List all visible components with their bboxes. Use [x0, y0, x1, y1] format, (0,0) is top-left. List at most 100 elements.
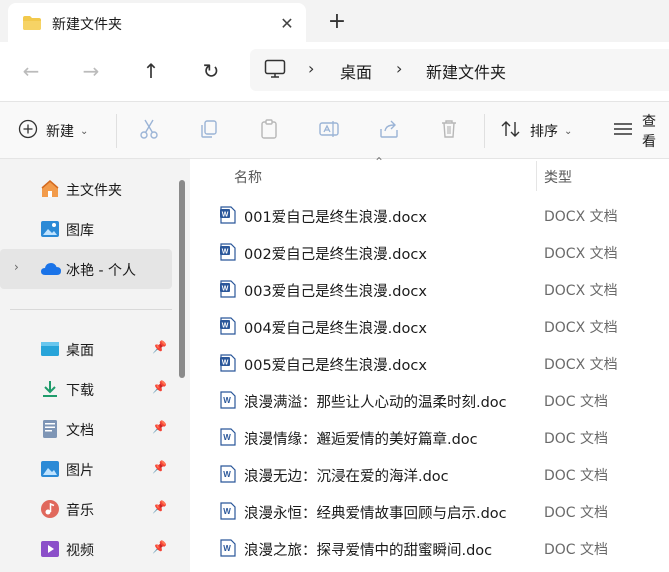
copy-button[interactable] — [198, 102, 220, 160]
sidebar-item-home[interactable]: 主文件夹 — [0, 169, 172, 209]
view-button[interactable]: 查看 — [612, 102, 669, 160]
onedrive-icon — [40, 259, 61, 279]
file-row[interactable]: W 浪漫情缘：邂逅爱情的美好篇章.doc DOC 文档 — [190, 419, 669, 456]
back-button[interactable]: ← — [16, 56, 46, 86]
forward-arrow-icon: → — [82, 59, 100, 83]
refresh-button[interactable]: ↻ — [196, 56, 226, 86]
new-button[interactable]: 新建 ⌄ — [18, 102, 88, 160]
desktop-icon — [40, 339, 60, 359]
file-row[interactable]: W 002爱自己是终生浪漫.docx DOCX 文档 — [190, 234, 669, 271]
rename-button[interactable] — [318, 102, 340, 160]
sidebar-item-downloads[interactable]: 下载 📌 — [0, 369, 172, 409]
sidebar-item-label: 图库 — [66, 223, 94, 239]
word-docx-icon: W — [220, 317, 236, 339]
word-doc-icon: W — [220, 539, 236, 561]
file-row[interactable]: W 浪漫无边：沉浸在爱的海洋.doc DOC 文档 — [190, 456, 669, 493]
cut-button[interactable] — [138, 102, 160, 160]
svg-text:W: W — [222, 286, 229, 293]
file-name: 001爱自己是终生浪漫.docx — [244, 210, 427, 226]
sidebar-item-music[interactable]: 音乐 📌 — [0, 489, 172, 529]
tab-new-folder[interactable]: 新建文件夹 ✕ — [8, 3, 306, 42]
pin-icon[interactable]: 📌 — [152, 420, 167, 434]
file-name: 003爱自己是终生浪漫.docx — [244, 284, 427, 300]
back-arrow-icon: ← — [22, 59, 40, 83]
new-tab-button[interactable]: + — [322, 6, 352, 36]
pin-icon[interactable]: 📌 — [152, 460, 167, 474]
new-button-label: 新建 — [46, 124, 74, 140]
sidebar-item-onedrive[interactable]: › 冰艳 - 个人 — [0, 249, 172, 289]
file-row[interactable]: W 浪漫满溢：那些让人心动的温柔时刻.doc DOC 文档 — [190, 382, 669, 419]
sidebar-item-pictures[interactable]: 图片 📌 — [0, 449, 172, 489]
sidebar-item-videos[interactable]: 视频 📌 — [0, 529, 172, 569]
file-type: DOCX 文档 — [544, 209, 618, 225]
sidebar-item-label: 图片 — [66, 463, 94, 479]
chevron-right-icon[interactable]: › — [14, 260, 19, 274]
word-docx-icon: W — [220, 206, 236, 228]
file-type: DOCX 文档 — [544, 357, 618, 373]
svg-text:W: W — [222, 360, 229, 367]
file-row[interactable]: W 浪漫之旅：探寻爱情中的甜蜜瞬间.doc DOC 文档 — [190, 530, 669, 567]
file-list: ⌃ 名称 类型 W 001爱自己是终生浪漫.docx DOCX 文档 W 002… — [190, 155, 669, 572]
column-header-type[interactable]: 类型 — [544, 167, 572, 187]
chevron-down-icon: ⌄ — [564, 125, 573, 137]
paste-button[interactable] — [258, 102, 280, 160]
file-row[interactable]: W 浪漫永恒：经典爱情故事回顾与启示.doc DOC 文档 — [190, 493, 669, 530]
scissors-icon — [138, 118, 160, 144]
home-icon — [40, 179, 60, 199]
sidebar-item-label: 下载 — [66, 383, 94, 399]
gallery-icon — [40, 219, 60, 239]
pin-icon[interactable]: 📌 — [152, 380, 167, 394]
pin-icon[interactable]: 📌 — [152, 340, 167, 354]
documents-icon — [40, 419, 60, 439]
word-doc-icon: W — [220, 428, 236, 450]
column-divider[interactable] — [536, 161, 537, 191]
pin-icon[interactable]: 📌 — [152, 500, 167, 514]
address-bar[interactable]: › 桌面 › 新建文件夹 — [250, 49, 669, 91]
file-type: DOC 文档 — [544, 542, 609, 558]
word-docx-icon: W — [220, 243, 236, 265]
up-arrow-icon: ↑ — [142, 59, 160, 83]
up-button[interactable]: ↑ — [136, 56, 166, 86]
svg-text:W: W — [223, 507, 231, 516]
delete-button[interactable] — [438, 102, 460, 160]
sidebar-scrollbar[interactable] — [179, 180, 185, 378]
sort-label: 排序 — [530, 124, 558, 140]
pin-icon[interactable]: 📌 — [152, 540, 167, 554]
sidebar-item-gallery[interactable]: 图库 — [0, 209, 172, 249]
svg-text:W: W — [222, 323, 229, 330]
sidebar-item-desktop[interactable]: 桌面 📌 — [0, 329, 172, 369]
file-row[interactable]: W 003爱自己是终生浪漫.docx DOCX 文档 — [190, 271, 669, 308]
word-docx-icon: W — [220, 354, 236, 376]
word-docx-icon: W — [220, 280, 236, 302]
sidebar-item-label: 视频 — [66, 543, 94, 559]
computer-icon — [264, 59, 286, 83]
view-label: 查看 — [642, 114, 656, 150]
forward-button[interactable]: → — [76, 56, 106, 86]
share-button[interactable] — [378, 102, 400, 160]
videos-icon — [40, 539, 60, 559]
sidebar-item-label: 冰艳 - 个人 — [66, 263, 136, 279]
trash-icon — [438, 118, 460, 144]
word-doc-icon: W — [220, 391, 236, 413]
breadcrumb-new-folder[interactable]: 新建文件夹 — [426, 59, 506, 83]
file-type: DOC 文档 — [544, 394, 609, 410]
chevron-right-icon: › — [308, 59, 315, 78]
breadcrumb-desktop[interactable]: 桌面 — [340, 59, 372, 83]
file-row[interactable]: W 004爱自己是终生浪漫.docx DOCX 文档 — [190, 308, 669, 345]
share-icon — [378, 118, 400, 144]
word-doc-icon: W — [220, 502, 236, 524]
file-name: 浪漫情缘：邂逅爱情的美好篇章.doc — [244, 432, 478, 448]
navigation-bar: ← → ↑ ↻ › 桌面 › 新建文件夹 — [0, 42, 669, 101]
copy-icon — [198, 118, 220, 144]
folder-icon — [22, 15, 42, 35]
column-header-name[interactable]: 名称 — [234, 167, 262, 187]
sidebar-item-label: 桌面 — [66, 343, 94, 359]
word-doc-icon: W — [220, 465, 236, 487]
sort-button[interactable]: 排序 ⌄ — [500, 102, 572, 160]
sidebar-item-documents[interactable]: 文档 📌 — [0, 409, 172, 449]
file-row[interactable]: W 001爱自己是终生浪漫.docx DOCX 文档 — [190, 197, 669, 234]
command-bar: 新建 ⌄ 排序 ⌄ 查看 — [0, 101, 669, 159]
file-row[interactable]: W 005爱自己是终生浪漫.docx DOCX 文档 — [190, 345, 669, 382]
sidebar-item-label: 文档 — [66, 423, 94, 439]
close-tab-button[interactable]: ✕ — [274, 10, 300, 36]
